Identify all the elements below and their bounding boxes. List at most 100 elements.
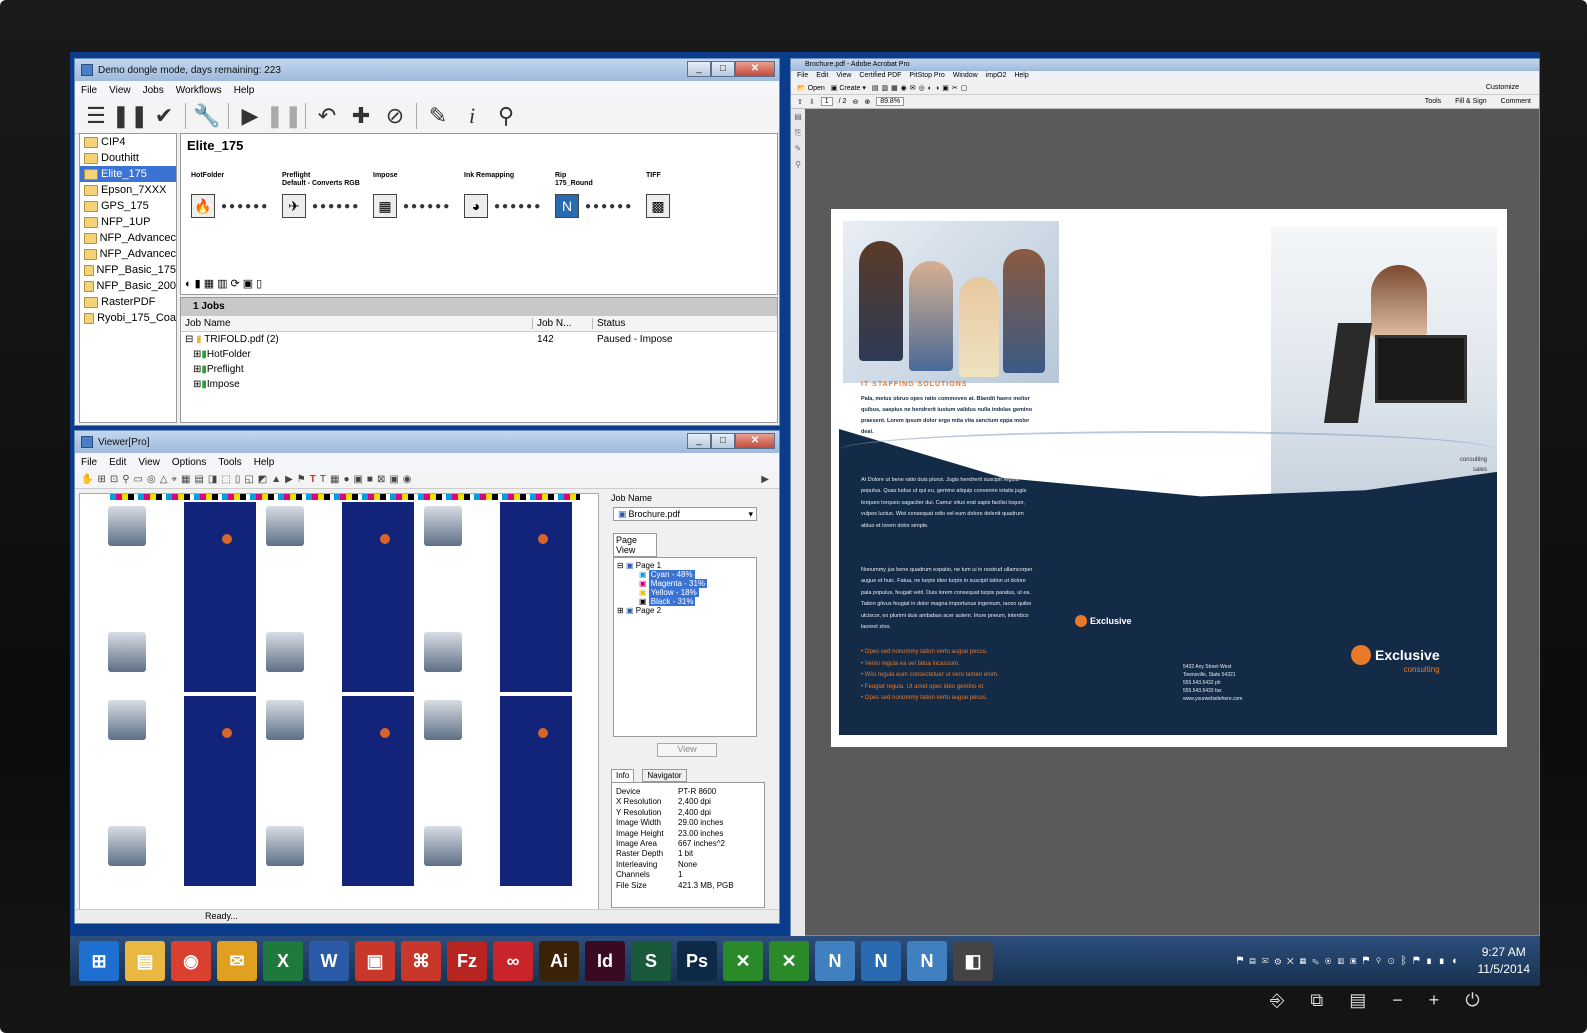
monitor-buttons[interactable]: ⎆ ⧉ ▤ − + ⏻ (1270, 990, 1480, 1011)
tree-page-1[interactable]: ⊟ ▣ Page 1 (617, 561, 753, 570)
excel-icon[interactable]: X (263, 941, 303, 981)
outlook-icon[interactable]: ✉ (217, 941, 257, 981)
minimize-button[interactable]: _ (687, 61, 711, 77)
hardware-button[interactable]: ⧉ (1310, 990, 1323, 1011)
clock[interactable]: 9:27 AM 11/5/2014 (1478, 944, 1531, 978)
close-button[interactable]: ✕ (735, 433, 775, 449)
workflow-item[interactable]: NFP_Advancec (80, 246, 176, 262)
info-icon[interactable]: i (459, 103, 485, 129)
acrobat-pane-tab[interactable]: Tools (1425, 98, 1441, 105)
workflow-item[interactable]: NFP_Basic_200 (80, 278, 176, 294)
menu-workflows[interactable]: Workflows (176, 85, 222, 96)
expand-icon[interactable]: ⊞ (193, 349, 201, 360)
cancel-icon[interactable]: ⊘ (382, 103, 408, 129)
menu-help[interactable]: Help (254, 457, 275, 468)
acrobat-menu-item[interactable]: Edit (816, 71, 828, 81)
acrobat-menu-item[interactable]: Certified PDF (859, 71, 901, 81)
search-icon[interactable]: ⚲ (493, 103, 519, 129)
workflow-item[interactable]: Epson_7XXX (80, 182, 176, 198)
filezilla-icon[interactable]: Fz (447, 941, 487, 981)
page-number-input[interactable]: 1 (820, 97, 833, 106)
workflow-item[interactable]: NFP_Basic_175 (80, 262, 176, 278)
open-button[interactable]: 📂 Open (797, 84, 825, 92)
workflow-item[interactable]: Ryobi_175_Coa (80, 310, 176, 326)
menu-options[interactable]: Options (172, 457, 206, 468)
navigator-tab[interactable]: Navigator (642, 769, 687, 782)
zoom-in-icon[interactable]: ⊕ (864, 98, 870, 106)
check-icon[interactable]: ✔ (151, 103, 177, 129)
illustrator-icon[interactable]: Ai (539, 941, 579, 981)
separation-item[interactable]: ▣ Black - 31% (617, 597, 753, 606)
acrobat-menu-item[interactable]: View (836, 71, 851, 81)
workflow-item[interactable]: GPS_175 (80, 198, 176, 214)
start-icon[interactable]: ⊞ (79, 941, 119, 981)
hardware-button[interactable]: + (1429, 990, 1440, 1011)
hardware-button[interactable]: ⎆ (1270, 990, 1284, 1011)
acrobat-tool-icon[interactable]: ▣ (355, 941, 395, 981)
page-view-tab[interactable]: Page View (613, 533, 657, 557)
x-app-2-icon[interactable]: ✕ (769, 941, 809, 981)
up-icon[interactable]: ⇧ (797, 98, 803, 106)
workflow-item[interactable]: CIP4 (80, 134, 176, 150)
photoshop-icon[interactable]: Ps (677, 941, 717, 981)
stage-icon[interactable]: 🔥 (191, 194, 215, 218)
option-icons[interactable]: ◐▮▦▥⟳▣▯ (185, 277, 265, 290)
zoom-out-icon[interactable]: ⊖ (852, 98, 858, 106)
s-app-icon[interactable]: S (631, 941, 671, 981)
create-button[interactable]: ▣ Create ▾ (831, 84, 866, 92)
acrobat-pane-tab[interactable]: Fill & Sign (1455, 98, 1487, 105)
col-job-name[interactable]: Job Name (181, 318, 533, 329)
creative-cloud-icon[interactable]: ∞ (493, 941, 533, 981)
expand-icon[interactable]: ⊟ (185, 334, 193, 345)
acrobat-menu-item[interactable]: impO2 (986, 71, 1007, 81)
job-subitem[interactable]: ⊞ ▮ HotFolder (181, 347, 777, 362)
stage-icon[interactable]: N (555, 194, 579, 218)
system-tray[interactable]: ⚑▤✉⚙✕▦✎◉▥▣⚑⚲⊙ᛒ⚑▮▮◖ 9:27 AM 11/5/2014 (1237, 944, 1540, 978)
expand-icon[interactable]: ⊞ (193, 364, 201, 375)
pause-icon[interactable]: ❚❚ (112, 103, 149, 129)
zoom-input[interactable]: 89.8% (876, 97, 905, 106)
separation-item[interactable]: ▣ Cyan - 48% (617, 570, 753, 579)
pause-outline-icon[interactable]: ❚❚ (266, 103, 303, 129)
workflow-item[interactable]: Douthitt (80, 150, 176, 166)
add-icon[interactable]: ✚ (348, 103, 374, 129)
job-subitem[interactable]: ⊞ ▮ Impose (181, 377, 777, 392)
viewer-titlebar[interactable]: Viewer[Pro] _ □ ✕ (75, 431, 779, 453)
close-button[interactable]: ✕ (735, 61, 775, 77)
stage-icon[interactable]: ▦ (373, 194, 397, 218)
eyedropper-icon[interactable]: ✎ (425, 103, 451, 129)
viewer-app-icon[interactable]: ◧ (953, 941, 993, 981)
acrobat-menu-item[interactable]: Window (953, 71, 978, 81)
viewer-toolbar[interactable]: ✋⊞⊡⚲▭◎△⌖▦▤◨⬚▯◱◩▲▶⚑TT▦●▣■⊠▣◉ ▶ (75, 471, 779, 489)
x-app-icon[interactable]: ✕ (723, 941, 763, 981)
menu-file[interactable]: File (81, 85, 97, 96)
workflow-item[interactable]: NFP_Advancec (80, 230, 176, 246)
job-name-select[interactable]: ▣ Brochure.pdf ▾ (613, 507, 757, 521)
job-subitem[interactable]: ⊞ ▮ Preflight (181, 362, 777, 377)
stage-icon[interactable]: ▩ (646, 194, 670, 218)
acrobat-menu-item[interactable]: PitStop Pro (909, 71, 944, 81)
menu-view[interactable]: View (109, 85, 131, 96)
n-app-icon[interactable]: N (815, 941, 855, 981)
menu-tools[interactable]: Tools (218, 457, 241, 468)
n-app-2-icon[interactable]: N (861, 941, 901, 981)
separation-item[interactable]: ▣ Yellow - 18% (617, 588, 753, 597)
acrobat-titlebar[interactable]: Brochure.pdf - Adobe Acrobat Pro (791, 59, 1539, 71)
workflow-titlebar[interactable]: Demo dongle mode, days remaining: 223 _ □… (75, 59, 779, 81)
chrome-icon[interactable]: ◉ (171, 941, 211, 981)
job-row[interactable]: ⊟ ▮ TRIFOLD.pdf (2) 142 Paused - Impose (181, 332, 777, 347)
acrobat-pane-tab[interactable]: Comment (1501, 98, 1531, 105)
minimize-button[interactable]: _ (687, 433, 711, 449)
hardware-button[interactable]: − (1392, 990, 1403, 1011)
explorer-icon[interactable]: ▤ (125, 941, 165, 981)
col-job-number[interactable]: Job N... (533, 318, 593, 329)
stage-icon[interactable]: ◕ (464, 194, 488, 218)
stage-icon[interactable]: ✈ (282, 194, 306, 218)
indesign-icon[interactable]: Id (585, 941, 625, 981)
undo-icon[interactable]: ↶ (314, 103, 340, 129)
word-icon[interactable]: W (309, 941, 349, 981)
workflow-item[interactable]: NFP_1UP (80, 214, 176, 230)
acrobat-icon[interactable]: ⌘ (401, 941, 441, 981)
expand-icon[interactable]: ⊞ (193, 379, 201, 390)
list-icon[interactable]: ☰ (83, 103, 109, 129)
